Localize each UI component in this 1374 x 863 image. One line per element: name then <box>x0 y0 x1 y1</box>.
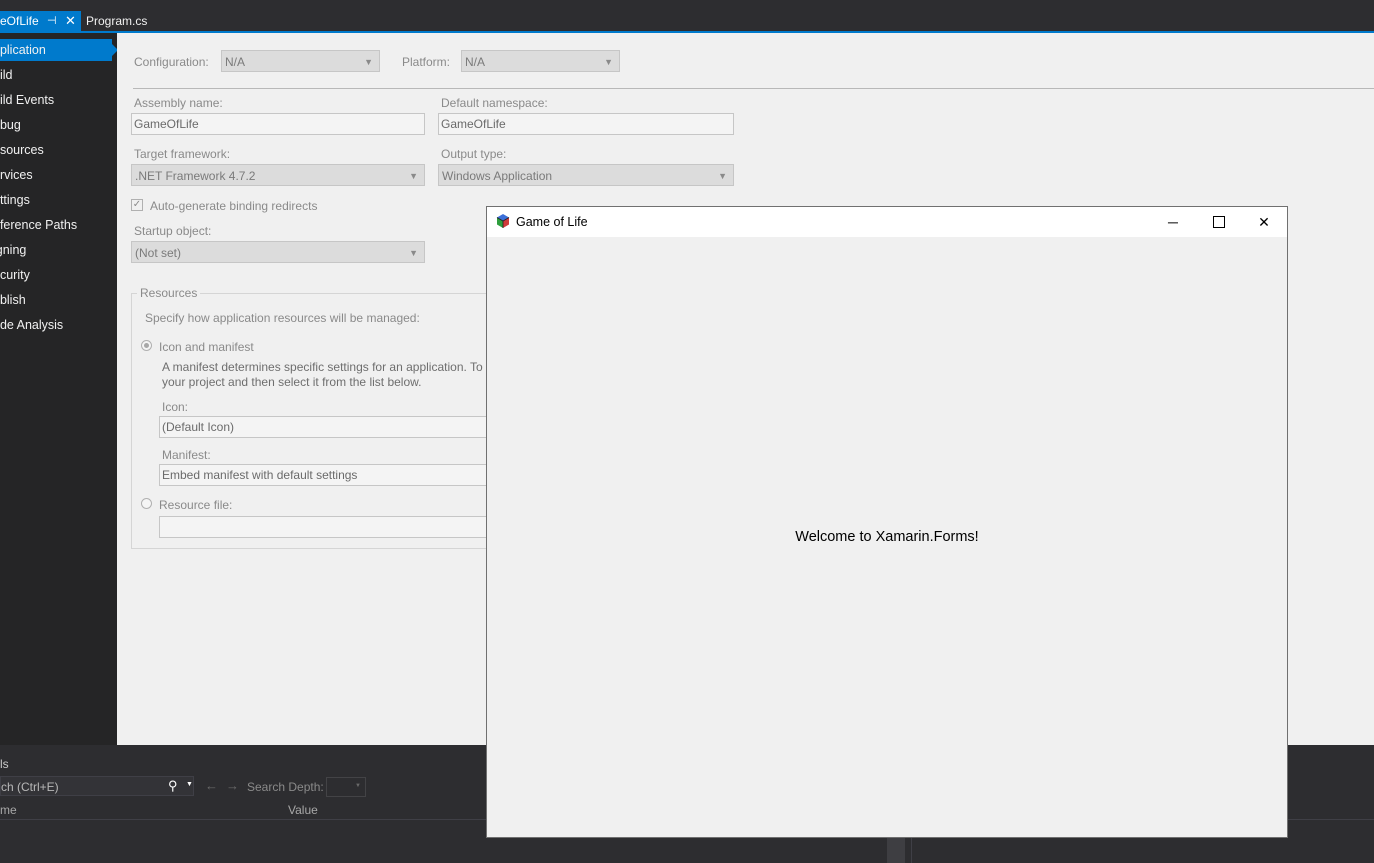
app-cube-icon <box>496 214 510 228</box>
target-framework-label: Target framework: <box>134 147 231 161</box>
platform-select[interactable]: N/A ▼ <box>461 50 620 72</box>
chevron-down-icon: ▼ <box>364 57 373 67</box>
tab-gameoflife-properties[interactable]: eOfLife ⊣ ✕ <box>0 11 81 31</box>
assembly-name-label: Assembly name: <box>134 96 223 110</box>
chevron-down-icon[interactable]: ▼ <box>186 781 193 788</box>
sidebar-item-signing[interactable]: igning <box>0 239 117 261</box>
sidebar-item-label: ode Analysis <box>0 318 64 332</box>
output-type-select[interactable]: Windows Application ▼ <box>438 164 734 186</box>
binding-redirects-label: Auto-generate binding redirects <box>150 199 318 213</box>
manifest-label: Manifest: <box>162 448 211 462</box>
column-header-name[interactable]: me <box>0 803 17 817</box>
game-of-life-window: Game of Life ─ ✕ Welcome to Xamarin.Form… <box>486 206 1288 838</box>
sidebar-item-services[interactable]: ervices <box>0 164 117 186</box>
chevron-down-icon: ▼ <box>355 783 361 789</box>
sidebar-item-settings[interactable]: ettings <box>0 189 117 211</box>
resources-description: Specify how application resources will b… <box>145 311 420 325</box>
sidebar-item-reference-paths[interactable]: eference Paths <box>0 214 117 236</box>
startup-object-select[interactable]: (Not set) ▼ <box>131 241 425 263</box>
close-button[interactable]: ✕ <box>1241 207 1287 237</box>
assembly-name-field[interactable]: GameOfLife <box>131 113 425 135</box>
sidebar-item-label: pplication <box>0 43 46 57</box>
sidebar-item-label: ublish <box>0 293 26 307</box>
sidebar-item-label: ervices <box>0 168 33 182</box>
configuration-value: N/A <box>225 55 246 69</box>
tab-label: eOfLife <box>0 14 39 28</box>
default-namespace-label: Default namespace: <box>441 96 548 110</box>
sidebar-item-build-events[interactable]: uild Events <box>0 89 117 111</box>
chevron-down-icon: ▼ <box>409 171 418 181</box>
resource-file-field[interactable] <box>159 516 499 538</box>
sidebar-item-debug[interactable]: ebug <box>0 114 117 136</box>
icon-manifest-radio[interactable] <box>141 340 152 351</box>
pin-icon[interactable]: ⊣ <box>47 11 57 31</box>
sidebar-item-label: eference Paths <box>0 218 78 232</box>
column-header-value[interactable]: Value <box>288 803 318 817</box>
sidebar-item-application[interactable]: pplication <box>0 39 118 61</box>
search-icon[interactable]: ⚲ <box>168 778 178 794</box>
chevron-down-icon: ▼ <box>409 248 418 258</box>
arrow-right-icon[interactable]: → <box>226 778 239 793</box>
close-icon: ✕ <box>1258 214 1270 230</box>
sidebar-item-label: ecurity <box>0 268 30 282</box>
panel-title: ls <box>0 757 9 771</box>
platform-value: N/A <box>465 55 486 69</box>
search-placeholder: ch (Ctrl+E) <box>1 780 59 794</box>
window-title: Game of Life <box>516 215 588 229</box>
search-depth-select[interactable]: ▼ <box>326 777 366 797</box>
sidebar-item-security[interactable]: ecurity <box>0 264 117 286</box>
maximize-icon <box>1213 216 1225 228</box>
icon-label: Icon: <box>162 400 189 414</box>
configuration-select[interactable]: N/A ▼ <box>221 50 380 72</box>
sidebar-item-label: ebug <box>0 118 21 132</box>
tab-program-cs[interactable]: Program.cs <box>86 11 147 31</box>
close-icon[interactable]: ✕ <box>65 11 76 31</box>
sidebar-item-label: uild <box>0 68 13 82</box>
resources-group-title: Resources <box>137 286 201 300</box>
configuration-label: Configuration: <box>134 55 209 69</box>
sidebar-item-label: igning <box>0 243 27 257</box>
window-titlebar[interactable]: Game of Life ─ ✕ <box>487 207 1287 237</box>
manifest-field[interactable]: Embed manifest with default settings <box>159 464 499 486</box>
sidebar-item-resources[interactable]: esources <box>0 139 117 161</box>
welcome-label: Welcome to Xamarin.Forms! <box>795 529 979 545</box>
divider <box>133 88 1374 89</box>
search-depth-label: Search Depth: <box>247 780 324 794</box>
sidebar-item-code-analysis[interactable]: ode Analysis <box>0 314 117 336</box>
icon-field[interactable]: (Default Icon) <box>159 416 499 438</box>
sidebar-item-label: ettings <box>0 193 30 207</box>
resource-file-label: Resource file: <box>159 498 233 512</box>
sidebar-item-label: uild Events <box>0 93 55 107</box>
project-properties-sidebar: pplication uild uild Events ebug esource… <box>0 33 118 745</box>
target-framework-select[interactable]: .NET Framework 4.7.2 ▼ <box>131 164 425 186</box>
output-type-label: Output type: <box>441 147 507 161</box>
sidebar-item-publish[interactable]: ublish <box>0 289 117 311</box>
arrow-left-icon[interactable]: ← <box>205 778 218 793</box>
search-input[interactable]: ch (Ctrl+E) ⚲ ▼ <box>0 776 194 796</box>
startup-object-label: Startup object: <box>134 224 212 238</box>
target-framework-value: .NET Framework 4.7.2 <box>135 169 256 183</box>
output-type-value: Windows Application <box>442 169 553 183</box>
startup-object-value: (Not set) <box>135 246 182 260</box>
default-namespace-field[interactable]: GameOfLife <box>438 113 734 135</box>
icon-manifest-label: Icon and manifest <box>159 340 254 354</box>
binding-redirects-checkbox[interactable]: ✓ <box>131 199 143 211</box>
maximize-button[interactable] <box>1196 207 1242 237</box>
minimize-icon: ─ <box>1168 214 1178 230</box>
minimize-button[interactable]: ─ <box>1150 207 1196 237</box>
sidebar-item-build[interactable]: uild <box>0 64 117 86</box>
chevron-down-icon: ▼ <box>718 171 727 181</box>
chevron-down-icon: ▼ <box>604 57 613 67</box>
sidebar-item-label: esources <box>0 143 44 157</box>
platform-label: Platform: <box>402 55 451 69</box>
manifest-help-text-1: A manifest determines specific settings … <box>162 360 493 374</box>
document-tab-bar <box>0 0 1374 31</box>
resource-file-radio[interactable] <box>141 498 152 509</box>
manifest-help-text-2: your project and then select it from the… <box>162 375 422 389</box>
